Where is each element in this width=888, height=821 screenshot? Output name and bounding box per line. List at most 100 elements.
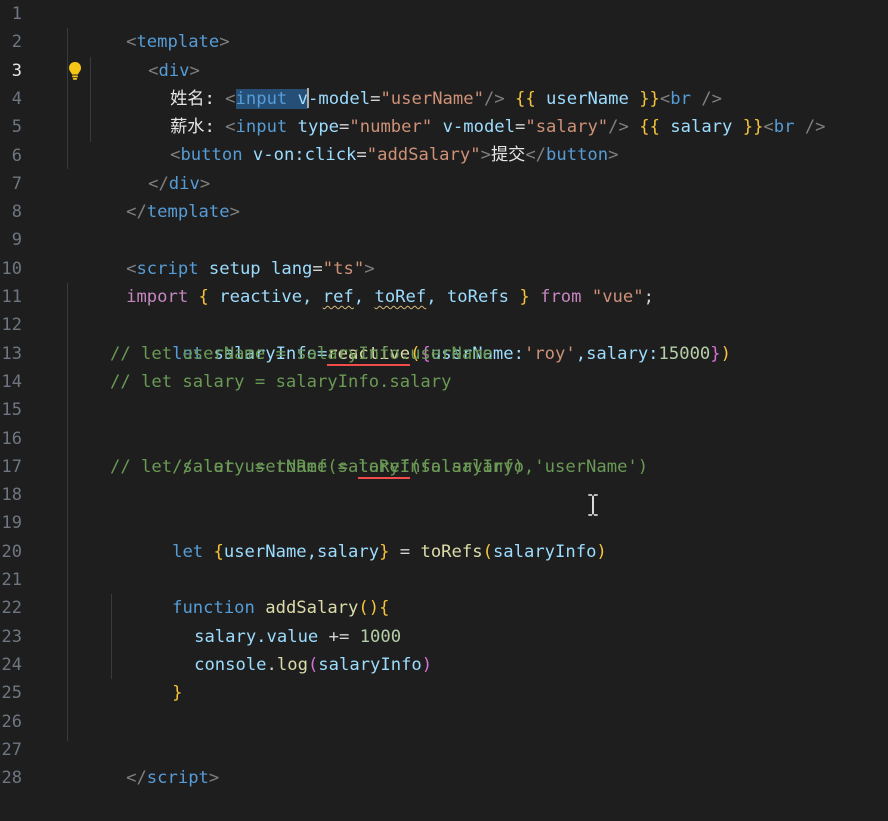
token: reactive, — [208, 286, 323, 307]
token: salaryInfo — [318, 654, 422, 675]
line-number: 18 — [1, 485, 22, 506]
token: } — [172, 683, 183, 704]
line-number: 19 — [1, 513, 22, 534]
indent-guide — [67, 283, 68, 741]
code-line-17: // let salary = toRef(salaryInfo.salary) — [110, 456, 524, 477]
token: < — [763, 117, 774, 138]
token: > — [208, 768, 220, 789]
token: v-on:click — [252, 145, 357, 166]
code-line-2: <div> — [86, 28, 200, 81]
token: ) — [421, 654, 433, 675]
token: "addSalary" — [366, 145, 481, 166]
line-number: 21 — [1, 570, 22, 590]
token: userName,salary — [223, 541, 380, 562]
token: } — [379, 541, 390, 562]
token: log — [276, 654, 308, 675]
code-line-22: salary.value += 1000 — [132, 594, 401, 647]
token: > — [219, 32, 230, 53]
line-number-gutter: 1 2 3 4 5 6 7 8 9 10 11 12 13 14 15 16 17 18 19 20 21 22 23 24 2… — [0, 0, 52, 789]
token: from — [540, 286, 582, 307]
token: 提交 — [490, 145, 526, 166]
code-line-3: 姓名: <input v-model="userName"/> {{ userN… — [108, 57, 722, 109]
token: ref — [322, 286, 354, 307]
line-number: 7 — [11, 173, 22, 194]
code-line-27: </script> — [64, 736, 219, 788]
code-line-12: let salaryInfo=reactive({userName:'roy',… — [110, 311, 731, 366]
line-number: 20 — [1, 541, 22, 562]
token: } — [710, 343, 721, 364]
code-line-14: // let salary = salaryInfo.salary — [110, 371, 452, 392]
token: </ — [126, 202, 147, 223]
line-number: 2 — [11, 32, 22, 53]
code-line-21: function addSalary(){ — [110, 566, 389, 618]
token: console — [194, 654, 267, 675]
token: , — [353, 286, 375, 307]
token: button — [546, 145, 609, 166]
token: {{ — [639, 117, 660, 138]
code-line-16: // let userName = toRef(salaryInfo,'user… — [110, 425, 648, 479]
line-number: 6 — [11, 145, 22, 166]
token: = — [356, 145, 367, 166]
code-line-1: <template> — [64, 0, 230, 52]
line-number: 13 — [1, 343, 22, 364]
line-number: 23 — [1, 626, 22, 647]
line-number: 16 — [1, 428, 22, 449]
token: . — [266, 654, 277, 675]
code-line-7: </template> — [64, 170, 240, 222]
line-number: 25 — [1, 683, 22, 704]
line-number: 4 — [11, 88, 22, 109]
token: , toRefs — [426, 286, 520, 307]
code-line-5: <button v-on:click="addSalary">提交</butto… — [108, 113, 618, 165]
token: "vue" — [591, 286, 644, 307]
line-number: 1 — [11, 4, 22, 24]
code-line-19: let {userName,salary} = toRefs(salaryInf… — [110, 509, 607, 562]
token: > — [229, 202, 240, 223]
code-line-23: console.log(salaryInfo) — [132, 623, 432, 675]
token: > — [608, 145, 619, 166]
line-number: 11 — [1, 287, 22, 307]
token: 'roy' — [523, 343, 576, 364]
line-number: 24 — [1, 654, 22, 675]
line-number: 14 — [1, 371, 22, 392]
token: ,salary: — [575, 343, 659, 364]
code-line-13: // let userName = salaryInfo.userName — [110, 343, 493, 364]
line-number: 9 — [11, 230, 22, 251]
token: = — [389, 541, 421, 562]
token: template — [146, 202, 230, 223]
line-number: 5 — [11, 117, 22, 138]
token: > — [480, 145, 491, 166]
token: salaryInfo — [492, 541, 597, 562]
line-number: 26 — [1, 711, 22, 732]
line-number: 3 — [11, 60, 22, 81]
token: 15000 — [658, 343, 711, 364]
code-line-6: </div> — [86, 142, 210, 194]
token: } — [519, 286, 530, 307]
token: script — [146, 768, 209, 789]
token: ) — [720, 343, 731, 364]
token: ) — [596, 541, 607, 562]
code-line-10: import { reactive, ref, toRef, toRefs } … — [64, 255, 654, 307]
code-line-4: 薪水: <input type="number" v-model="salary… — [108, 85, 825, 137]
token: { — [213, 541, 224, 562]
token: let — [172, 541, 204, 562]
line-number: 10 — [1, 258, 22, 279]
token: ( — [307, 654, 319, 675]
token: /> — [794, 117, 826, 138]
token: </ — [525, 145, 547, 166]
line-number: 27 — [1, 739, 22, 760]
code-line-24: } — [110, 651, 182, 703]
code-area[interactable]: <template> <div> 姓名: <input v-model="use… — [64, 0, 884, 789]
token: ; — [643, 286, 654, 307]
code-editor[interactable]: 1 2 3 4 5 6 7 8 9 10 11 12 13 14 15 16 17 18 19 20 21 22 23 24 2… — [0, 0, 888, 789]
token: toRefs — [420, 541, 483, 562]
token: salary — [659, 117, 743, 138]
token: </ — [126, 768, 147, 789]
line-number: 12 — [1, 315, 22, 336]
line-number: 8 — [11, 202, 22, 223]
